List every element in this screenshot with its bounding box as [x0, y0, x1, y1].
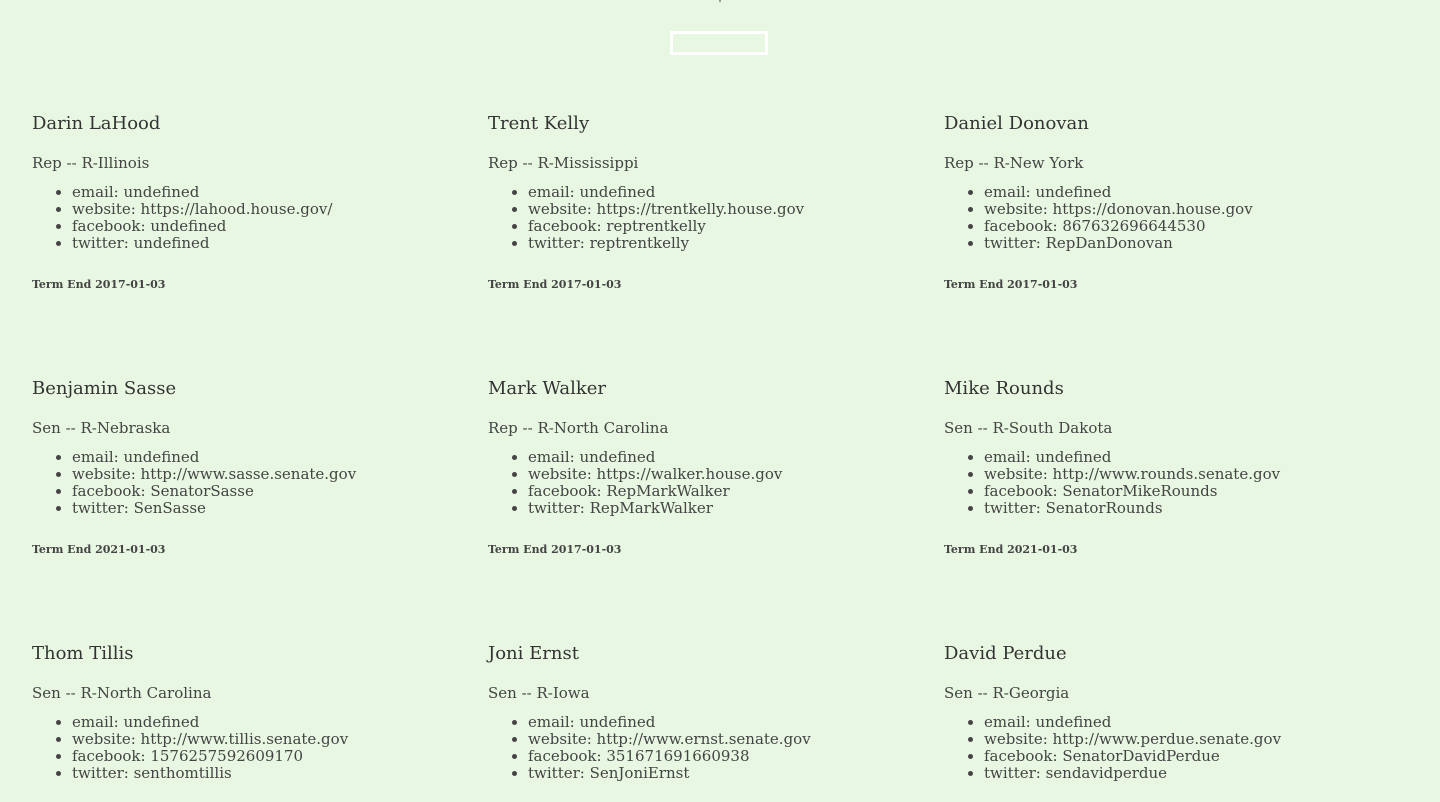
member-name: Trent Kelly — [488, 113, 590, 134]
member-name: Benjamin Sasse — [32, 378, 177, 399]
member-name: David Perdue — [944, 643, 1067, 664]
term-end: Term End 2021-01-03 — [944, 543, 1078, 556]
contact-email: email: undefined — [984, 184, 1253, 201]
contact-twitter: twitter: sendavidperdue — [984, 765, 1281, 782]
contact-email: email: undefined — [528, 184, 804, 201]
search-input[interactable] — [670, 31, 768, 55]
contact-twitter: twitter: senthomtillis — [72, 765, 348, 782]
contact-list: email: undefined website: http://www.sas… — [32, 449, 356, 517]
member-role: Rep -- R-Mississippi — [488, 154, 639, 172]
member-role: Rep -- R-North Carolina — [488, 419, 669, 437]
contact-list: email: undefined website: http://www.til… — [32, 714, 348, 782]
contact-list: email: undefined website: http://www.rou… — [944, 449, 1280, 517]
contact-list: email: undefined website: https://trentk… — [488, 184, 804, 252]
contact-list: email: undefined website: https://donova… — [944, 184, 1253, 252]
contact-twitter: twitter: SenatorRounds — [984, 500, 1280, 517]
member-role: Rep -- R-Illinois — [32, 154, 150, 172]
contact-twitter: twitter: SenJoniErnst — [528, 765, 811, 782]
contact-facebook: facebook: SenatorSasse — [72, 483, 356, 500]
contact-list: email: undefined website: https://lahood… — [32, 184, 332, 252]
contact-list: email: undefined website: https://walker… — [488, 449, 782, 517]
member-name: Joni Ernst — [488, 643, 579, 664]
contact-email: email: undefined — [984, 449, 1280, 466]
contact-website: website: https://trentkelly.house.gov — [528, 201, 804, 218]
member-role: Sen -- R-Georgia — [944, 684, 1070, 702]
contact-email: email: undefined — [528, 449, 782, 466]
member-role: Sen -- R-Iowa — [488, 684, 590, 702]
contact-facebook: facebook: reptrentkelly — [528, 218, 804, 235]
contact-twitter: twitter: RepDanDonovan — [984, 235, 1253, 252]
member-role: Sen -- R-North Carolina — [32, 684, 212, 702]
contact-email: email: undefined — [72, 714, 348, 731]
contact-website: website: http://www.perdue.senate.gov — [984, 731, 1281, 748]
contact-website: website: http://www.ernst.senate.gov — [528, 731, 811, 748]
contact-website: website: https://donovan.house.gov — [984, 201, 1253, 218]
contact-email: email: undefined — [72, 184, 332, 201]
contact-facebook: facebook: undefined — [72, 218, 332, 235]
contact-website: website: http://www.tillis.senate.gov — [72, 731, 348, 748]
contact-email: email: undefined — [528, 714, 811, 731]
contact-facebook: facebook: 867632696644530 — [984, 218, 1253, 235]
contact-twitter: twitter: SenSasse — [72, 500, 356, 517]
term-end: Term End 2017-01-03 — [944, 278, 1078, 291]
member-name: Daniel Donovan — [944, 113, 1089, 134]
member-name: Mike Rounds — [944, 378, 1064, 399]
contact-website: website: https://walker.house.gov — [528, 466, 782, 483]
contact-twitter: twitter: undefined — [72, 235, 332, 252]
member-role: Sen -- R-South Dakota — [944, 419, 1113, 437]
term-end: Term End 2017-01-03 — [488, 278, 622, 291]
contact-email: email: undefined — [984, 714, 1281, 731]
contact-list: email: undefined website: http://www.per… — [944, 714, 1281, 782]
contact-website: website: http://www.rounds.senate.gov — [984, 466, 1280, 483]
top-marker — [719, 0, 721, 2]
term-end: Term End 2017-01-03 — [32, 278, 166, 291]
contact-email: email: undefined — [72, 449, 356, 466]
contact-facebook: facebook: RepMarkWalker — [528, 483, 782, 500]
term-end: Term End 2017-01-03 — [488, 543, 622, 556]
contact-facebook: facebook: SenatorMikeRounds — [984, 483, 1280, 500]
contact-twitter: twitter: RepMarkWalker — [528, 500, 782, 517]
contact-list: email: undefined website: http://www.ern… — [488, 714, 811, 782]
contact-facebook: facebook: 351671691660938 — [528, 748, 811, 765]
member-name: Mark Walker — [488, 378, 606, 399]
contact-facebook: facebook: SenatorDavidPerdue — [984, 748, 1281, 765]
member-name: Darin LaHood — [32, 113, 161, 134]
member-name: Thom Tillis — [32, 643, 134, 664]
contact-facebook: facebook: 1576257592609170 — [72, 748, 348, 765]
contact-website: website: http://www.sasse.senate.gov — [72, 466, 356, 483]
member-role: Rep -- R-New York — [944, 154, 1084, 172]
member-role: Sen -- R-Nebraska — [32, 419, 171, 437]
contact-website: website: https://lahood.house.gov/ — [72, 201, 332, 218]
contact-twitter: twitter: reptrentkelly — [528, 235, 804, 252]
term-end: Term End 2021-01-03 — [32, 543, 166, 556]
